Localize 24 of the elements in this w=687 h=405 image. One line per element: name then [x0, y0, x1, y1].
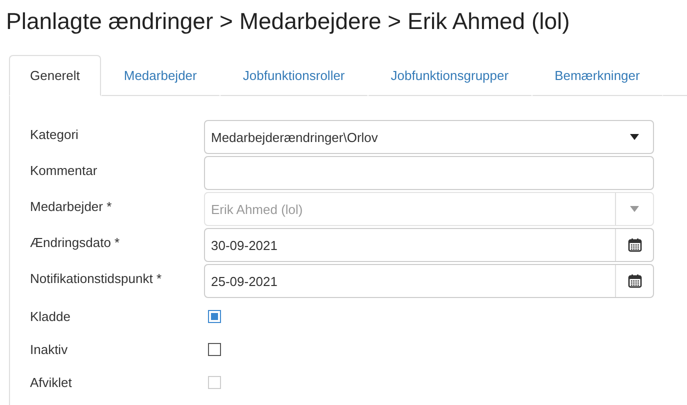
tab[interactable]: Jobfunktionsgrupper [368, 55, 532, 96]
input-field[interactable] [204, 156, 654, 190]
field-label: Kladde [30, 308, 72, 324]
dropdown-field[interactable]: Medarbejderændringer\Orlov [204, 120, 654, 154]
page-title: Planlagte ændringer > Medarbejdere > Erik Ahmed (lol) [6, 7, 571, 36]
field-label: Kommentar [30, 162, 98, 178]
tab[interactable]: Bemærkninger [532, 55, 663, 96]
field-label: Notifikationstidspunkt * [30, 270, 163, 286]
checkbox[interactable] [208, 342, 221, 356]
caret-icon [630, 134, 639, 140]
tab[interactable]: Generelt [9, 55, 101, 96]
tab[interactable]: Jobfunktionsroller [220, 55, 368, 96]
checkbox[interactable] [208, 310, 221, 322]
date-field[interactable]: 30-09-2021 [204, 228, 654, 262]
date-field[interactable]: 25-09-2021 [204, 264, 654, 298]
field-label: Afviklet [30, 374, 73, 390]
field-label: Medarbejder * [30, 198, 113, 214]
field-label: Kategori [30, 126, 80, 142]
calendar-icon [628, 238, 642, 252]
caret-icon [630, 206, 639, 212]
calendar-icon [628, 274, 642, 288]
tab[interactable]: Medarbejder [100, 55, 220, 96]
field-label: Inaktiv [30, 342, 69, 356]
field-label: Ændringsdato * [30, 234, 121, 250]
